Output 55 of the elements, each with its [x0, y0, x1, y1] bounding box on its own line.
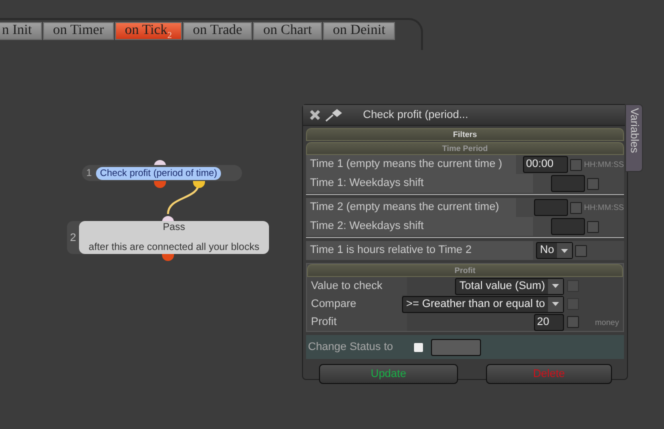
field-label: Time 2: Weekdays shift [306, 217, 533, 236]
checkbox[interactable] [570, 158, 582, 170]
event-tab[interactable]: n Init [0, 22, 42, 40]
checkbox[interactable] [587, 178, 599, 190]
field-label: Change Status to [308, 341, 394, 353]
event-tab[interactable]: on Chart [253, 22, 322, 40]
input-field[interactable] [534, 199, 568, 216]
input-field[interactable]: 20 [534, 314, 564, 330]
checkbox[interactable] [587, 220, 599, 232]
node-title: Check profit (period of time) [96, 166, 222, 180]
dropdown[interactable]: Total value (Sum) [455, 278, 564, 294]
field-label: Compare [310, 298, 358, 310]
checkbox[interactable] [575, 244, 588, 256]
input-field[interactable] [431, 338, 481, 356]
caret-icon [552, 302, 559, 306]
node-title: Pass [162, 222, 186, 233]
node-number: 2 [68, 230, 78, 246]
format-hint: HH:MM:SS [584, 160, 624, 169]
field-label: Profit [310, 316, 338, 328]
event-tab[interactable]: on Deinit [322, 22, 396, 40]
field-label: Time 1 (empty means the current time ) [306, 155, 516, 174]
section-heading: Time Period [306, 142, 624, 155]
dialog-title: Check profit (period... [363, 109, 468, 121]
checkbox[interactable] [567, 316, 579, 328]
input-field[interactable] [551, 175, 585, 192]
field-label: Time 1: Weekdays shift [306, 174, 533, 193]
node-number: 1 [85, 168, 93, 178]
checkbox[interactable] [414, 342, 423, 352]
flow-node[interactable]: 1 Check profit (period of time) [82, 165, 242, 181]
unit-label: money [594, 318, 619, 326]
dropdown[interactable]: No [536, 242, 574, 259]
format-hint: HH:MM:SS [584, 203, 624, 212]
output-port[interactable] [154, 181, 166, 188]
field-label: Time 1 is hours relative to Time 2 [306, 241, 533, 260]
output-port[interactable] [193, 181, 205, 188]
caret-icon [561, 248, 568, 252]
flow-node[interactable]: 2 Pass after this are connected all your blocks [67, 221, 269, 254]
pin-icon[interactable] [325, 108, 343, 122]
node-description: after this are connected all your blocks [88, 242, 260, 253]
dropdown[interactable]: >= Greather than or equal to [402, 296, 564, 312]
output-port[interactable] [162, 254, 174, 261]
event-tab[interactable]: on Trade [182, 22, 252, 40]
update-button[interactable]: Update [319, 364, 458, 384]
section-heading: Filters [306, 128, 624, 141]
field-label: Value to check [310, 280, 384, 292]
event-tab[interactable]: on Tick$_{2}$ [114, 22, 182, 40]
close-icon[interactable] [309, 109, 321, 121]
section-heading: Profit [307, 264, 623, 277]
event-tab[interactable]: on Timer [42, 22, 114, 40]
input-field[interactable] [551, 218, 585, 235]
input-field[interactable]: 00:00 [523, 156, 568, 173]
checkbox[interactable] [570, 202, 582, 214]
side-tab[interactable]: Variables [625, 104, 643, 172]
caret-icon [552, 284, 559, 288]
field-label: Time 2 (empty means the current time) [306, 198, 516, 217]
